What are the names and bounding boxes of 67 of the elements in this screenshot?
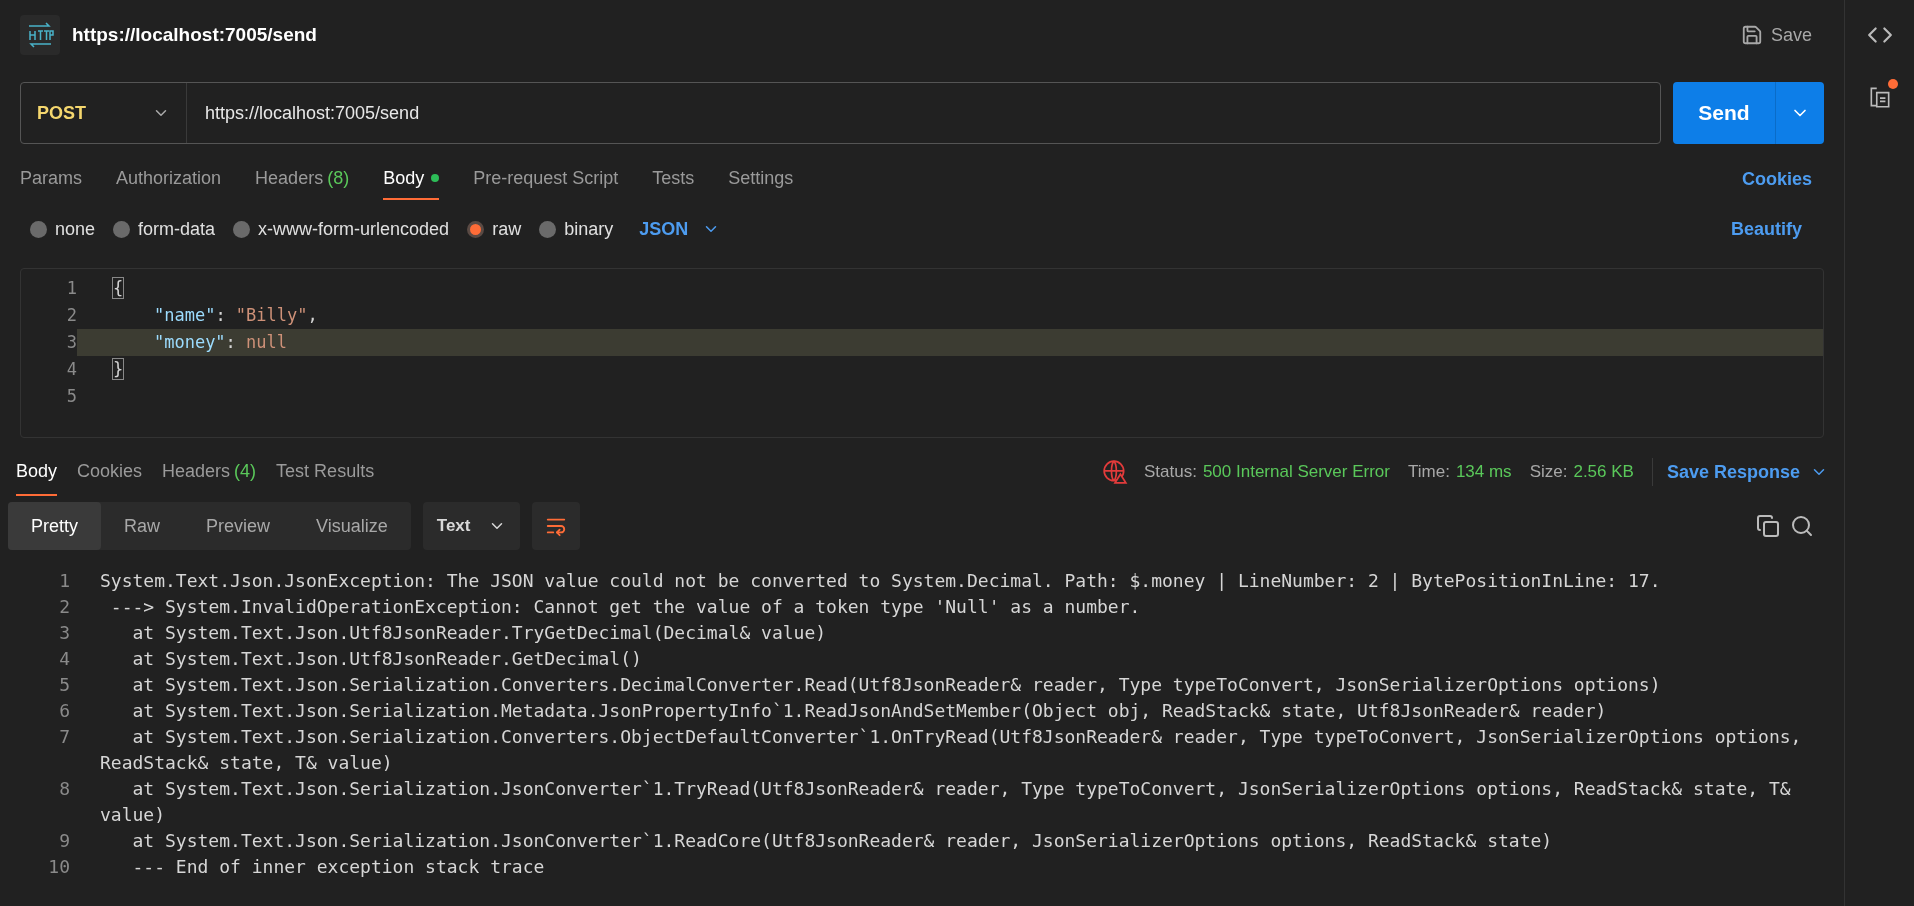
code-line: { xyxy=(113,276,124,300)
status-value: 2.56 KB xyxy=(1573,461,1634,484)
response-line: at System.Text.Json.Utf8JsonReader.TryGetDecimal(Decimal& value) xyxy=(131,621,828,645)
response-line: at System.Text.Json.Utf8JsonReader.GetDecimal() xyxy=(131,647,643,671)
status-label: Size: xyxy=(1529,461,1568,484)
response-tab[interactable]: Test Results xyxy=(276,448,375,496)
http-icon xyxy=(20,15,60,55)
line-number: 3 xyxy=(21,329,77,356)
body-type-radio[interactable]: none xyxy=(30,215,96,243)
request-tab[interactable]: Body xyxy=(383,158,440,200)
line-number: 9 xyxy=(58,829,70,853)
response-line: at System.Text.Json.Serialization.Converters.DecimalConverter.Read(Utf8JsonReader& reader, Type typeToConvert, JsonSerializerOptions options) xyxy=(131,673,1662,697)
cookies-link[interactable]: Cookies xyxy=(1741,158,1812,200)
copy-icon[interactable] xyxy=(1756,514,1780,538)
response-tab[interactable]: Headers (4) xyxy=(162,448,257,496)
line-number: 3 xyxy=(58,621,70,645)
line-number: 5 xyxy=(58,673,70,697)
request-tab[interactable]: Headers (8) xyxy=(255,158,350,200)
response-line: at System.Text.Json.Serialization.Converters.ObjectDefaultConverter`1.OnTryRead(Utf8JsonReader& reader, Type typeToConvert, JsonSerializerOptions options, ReadStack& state, T& value) xyxy=(100,725,1803,775)
code-line: "name": "Billy", xyxy=(152,303,318,327)
line-number: 6 xyxy=(58,699,70,723)
status-value: 134 ms xyxy=(1455,461,1512,484)
view-tab[interactable]: Preview xyxy=(183,502,294,550)
method-dropdown[interactable]: POST xyxy=(21,83,187,143)
response-line: at System.Text.Json.Serialization.Metadata.JsonPropertyInfo`1.ReadJsonAndSetMember(Object obj, ReadStack& state, Utf8JsonReader& reader) xyxy=(131,699,1608,723)
body-type-radio[interactable]: binary xyxy=(539,215,614,243)
request-tab[interactable]: Settings xyxy=(728,158,794,200)
view-tab[interactable]: Pretty xyxy=(8,502,101,550)
line-number: 7 xyxy=(58,725,70,749)
line-number: 2 xyxy=(58,595,70,619)
beautify-link[interactable]: Beautify xyxy=(1731,215,1802,243)
view-format-dropdown[interactable]: Text xyxy=(422,502,521,550)
send-button[interactable]: Send xyxy=(1673,82,1775,144)
line-number: 1 xyxy=(58,569,70,593)
save-button[interactable]: Save xyxy=(1740,21,1812,49)
line-number: 8 xyxy=(58,777,70,801)
save-response-button[interactable]: Save Response xyxy=(1666,458,1828,486)
status-label: Time: xyxy=(1408,461,1450,484)
code-line: "money": null xyxy=(152,330,288,354)
request-title: https://localhost:7005/send xyxy=(72,22,317,47)
body-type-radio[interactable]: raw xyxy=(467,215,522,243)
url-field[interactable]: https://localhost:7005/send xyxy=(187,99,438,127)
body-type-radio[interactable]: form-data xyxy=(113,215,216,243)
request-tab[interactable]: Authorization xyxy=(116,158,222,200)
response-line: ---> System.InvalidOperationException: Cannot get the value of a token type 'Null' as a number. xyxy=(109,595,1142,619)
response-tab[interactable]: Cookies xyxy=(77,448,143,496)
response-tab[interactable]: Body xyxy=(16,448,58,496)
status-label: Status: xyxy=(1144,461,1197,484)
format-dropdown[interactable]: JSON xyxy=(639,215,721,243)
search-icon[interactable] xyxy=(1790,514,1814,538)
wrap-text-button[interactable] xyxy=(532,502,581,550)
request-tab[interactable]: Tests xyxy=(652,158,695,200)
status-value: 500 Internal Server Error xyxy=(1202,461,1390,484)
request-tab[interactable]: Pre-request Script xyxy=(473,158,619,200)
request-tab[interactable]: Params xyxy=(20,158,82,200)
response-line: --- End of inner exception stack trace xyxy=(131,855,546,879)
line-number: 4 xyxy=(58,647,70,671)
view-tab[interactable]: Visualize xyxy=(293,502,411,550)
response-line: at System.Text.Json.Serialization.JsonConverter`1.TryRead(Utf8JsonReader& reader, Type typeToConvert, JsonSerializerOptions options, ReadStack& state, T& value) xyxy=(100,777,1792,827)
response-line: System.Text.Json.JsonException: The JSON value could not be converted to System.Decimal. Path: $.money | LineNumber: 2 | BytePositionInLine: 17. xyxy=(100,569,1662,593)
response-line: at System.Text.Json.Serialization.JsonConverter`1.ReadCore(Utf8JsonReader& reader, JsonSerializerOptions options, ReadStack& state) xyxy=(131,829,1554,853)
body-type-radio[interactable]: x-www-form-urlencoded xyxy=(233,215,450,243)
view-tab[interactable]: Raw xyxy=(101,502,184,550)
code-editor[interactable]: 1 { 2 "name": "Billy", 3 "money": null 4 } 5 xyxy=(20,268,1824,438)
line-number: 10 xyxy=(47,855,70,879)
globe-warning-icon xyxy=(1102,459,1128,485)
code-line: } xyxy=(113,357,124,381)
